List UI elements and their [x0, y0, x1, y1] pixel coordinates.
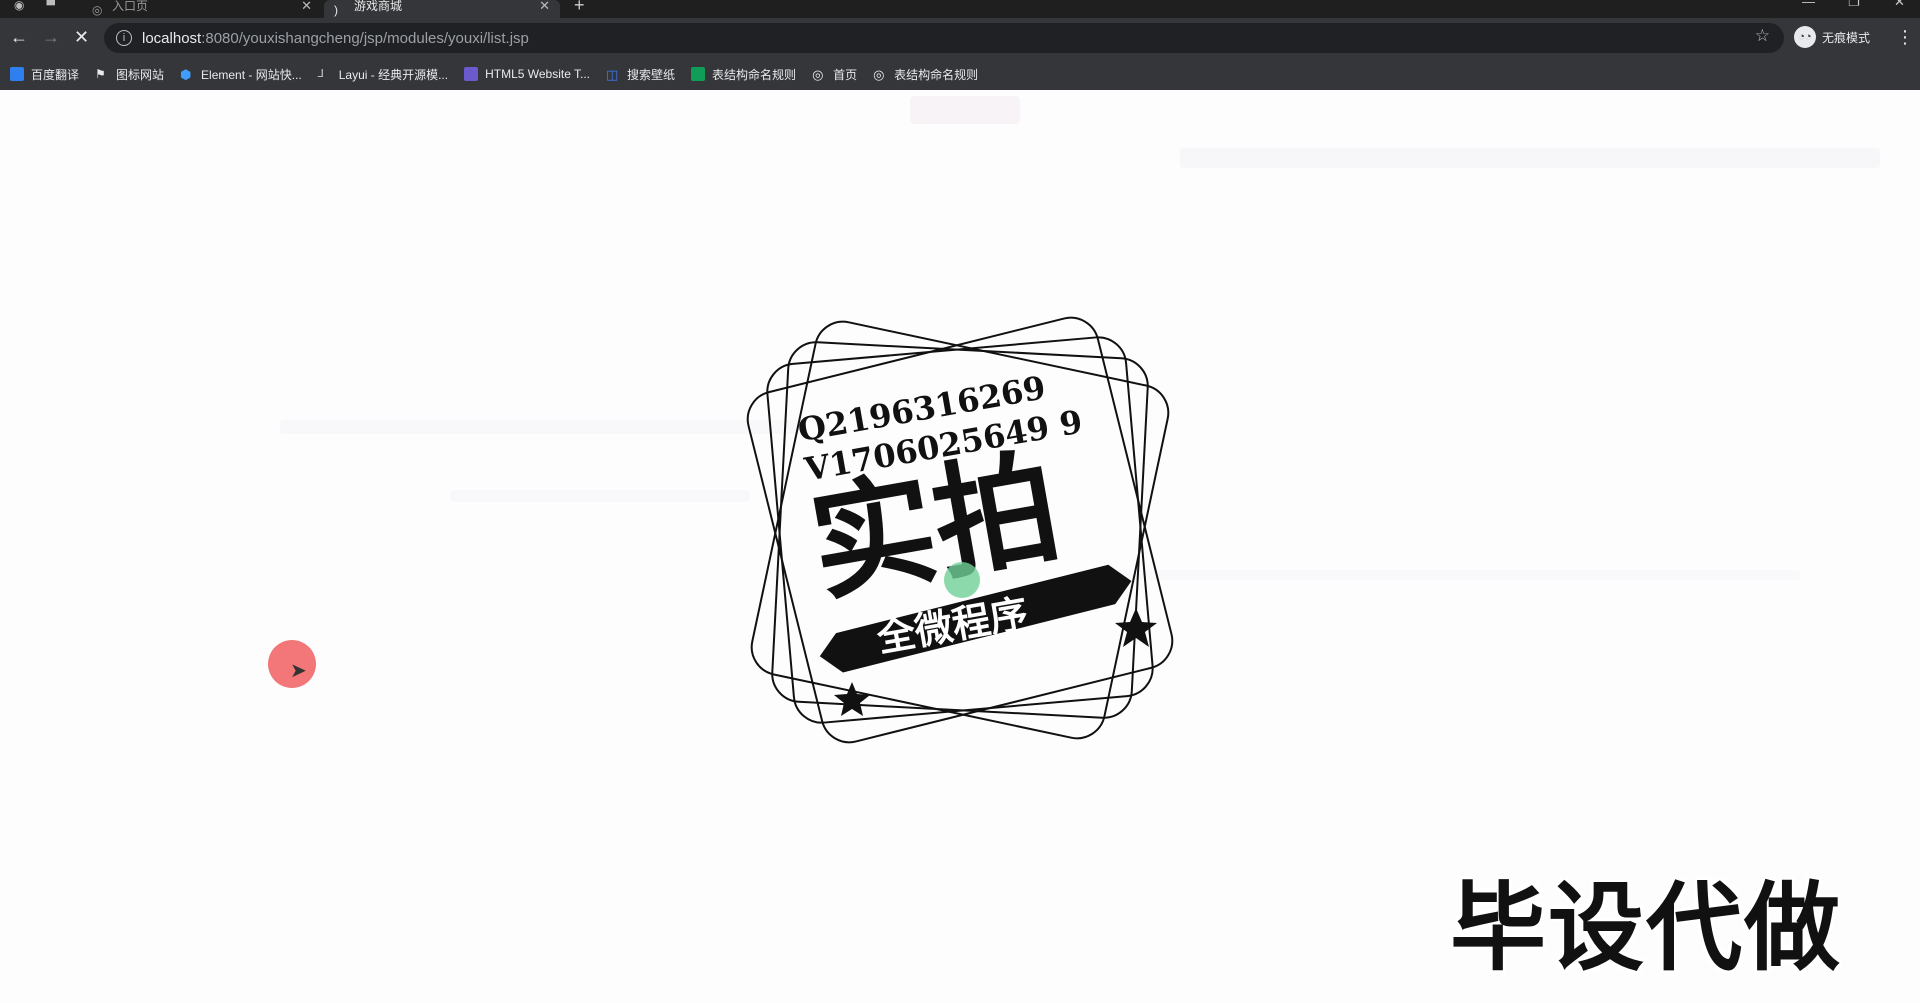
- green-dot: [944, 562, 980, 598]
- browser-toolbar: ← → ✕ i localhost:8080/youxishangcheng/j…: [0, 18, 1920, 58]
- site-info-icon[interactable]: i: [116, 30, 132, 46]
- bookmark-label: 图标网站: [116, 67, 165, 82]
- bookmark-item[interactable]: HTML5 Website T...: [464, 67, 590, 81]
- element-icon: ⬢: [180, 67, 192, 82]
- bookmark-label: HTML5 Website T...: [485, 67, 591, 81]
- incognito-label: 无痕模式: [1822, 30, 1871, 45]
- bookmark-item[interactable]: ⬢ Element - 网站快...: [180, 66, 302, 83]
- flag-icon: ⚑: [95, 67, 106, 81]
- browser-menu-icon[interactable]: ◉: [14, 0, 24, 12]
- bookmark-label: Layui - 经典开源模...: [338, 67, 449, 82]
- minimize-icon[interactable]: —: [1802, 0, 1815, 9]
- tab-label: 入口页: [112, 0, 149, 13]
- bookmark-star-icon[interactable]: ☆: [1755, 26, 1770, 46]
- faint-line: [450, 490, 750, 502]
- html5-icon: [464, 67, 479, 81]
- faint-line: [1100, 570, 1800, 580]
- forward-icon[interactable]: →: [42, 27, 60, 48]
- bookmark-item[interactable]: ◎ 表结构命名规则: [873, 66, 978, 83]
- window-close-icon[interactable]: ✕: [1894, 0, 1905, 10]
- bookmark-label: 首页: [833, 67, 858, 82]
- close-icon[interactable]: ✕: [539, 0, 550, 14]
- tab-label: 游戏商城: [354, 0, 403, 13]
- url-path: :8080/youxishangcheng/jsp/modules/youxi/…: [201, 29, 529, 47]
- faint-header-block: [910, 96, 1020, 124]
- incognito-icon: ◔◔: [1794, 26, 1816, 48]
- bookmark-item[interactable]: 百度翻译: [10, 66, 79, 83]
- tab-strip: ◉ ▀ ◎ 入口页 ✕ ) 游戏商城 ✕ + — ❐ ✕: [0, 0, 1920, 18]
- tab-entry[interactable]: ◎ 入口页 ✕: [82, 0, 322, 18]
- sheet-icon: [691, 67, 706, 81]
- incognito-indicator[interactable]: ◔◔ 无痕模式: [1794, 26, 1870, 48]
- bookmark-item[interactable]: ◎ 首页: [812, 66, 857, 83]
- address-bar[interactable]: i localhost:8080/youxishangcheng/jsp/mod…: [104, 23, 1784, 53]
- bookmark-label: 表结构命名规则: [712, 67, 797, 82]
- layui-icon: ⅃: [317, 68, 324, 80]
- globe-icon: ◎: [873, 67, 885, 82]
- bookmark-item[interactable]: 表结构命名规则: [691, 66, 796, 83]
- stamp-overlay: Q2196316269 V1706025649 9 实拍 全微程序: [746, 316, 1174, 744]
- faint-nav-strip: [1180, 148, 1880, 168]
- loading-icon: ): [334, 3, 338, 17]
- globe-icon: ◎: [92, 3, 103, 17]
- bookmark-item[interactable]: ⚑ 图标网站: [95, 66, 164, 83]
- tab-game-store[interactable]: ) 游戏商城 ✕: [324, 0, 560, 18]
- url-host: localhost: [142, 29, 202, 47]
- mouse-cursor-icon: ➤: [290, 660, 307, 682]
- bookmark-item[interactable]: ◫ 搜索壁纸: [606, 66, 675, 83]
- bookmark-label: 搜索壁纸: [627, 67, 676, 82]
- bookmark-label: Element - 网站快...: [201, 67, 302, 82]
- new-tab-button[interactable]: +: [574, 0, 585, 16]
- bookmark-label: 表结构命名规则: [894, 67, 979, 82]
- watermark-text: 毕设代做: [1450, 872, 1842, 984]
- bookmark-item[interactable]: ⅃ Layui - 经典开源模...: [318, 66, 448, 83]
- bookmarks-bar: 百度翻译 ⚑ 图标网站 ⬢ Element - 网站快... ⅃ Layui - 经典…: [0, 58, 1920, 91]
- baidu-translate-icon: [10, 67, 24, 81]
- close-icon[interactable]: ✕: [301, 0, 312, 14]
- more-menu-icon[interactable]: ⋮: [1896, 27, 1914, 48]
- back-icon[interactable]: ←: [10, 27, 28, 48]
- tab-search-icon[interactable]: ▀: [46, 0, 55, 12]
- wallpaper-icon: ◫: [606, 67, 619, 82]
- globe-icon: ◎: [812, 67, 824, 82]
- maximize-icon[interactable]: ❐: [1848, 0, 1860, 10]
- bookmark-label: 百度翻译: [31, 67, 80, 82]
- star-icon: [834, 682, 870, 716]
- stop-icon[interactable]: ✕: [74, 27, 89, 48]
